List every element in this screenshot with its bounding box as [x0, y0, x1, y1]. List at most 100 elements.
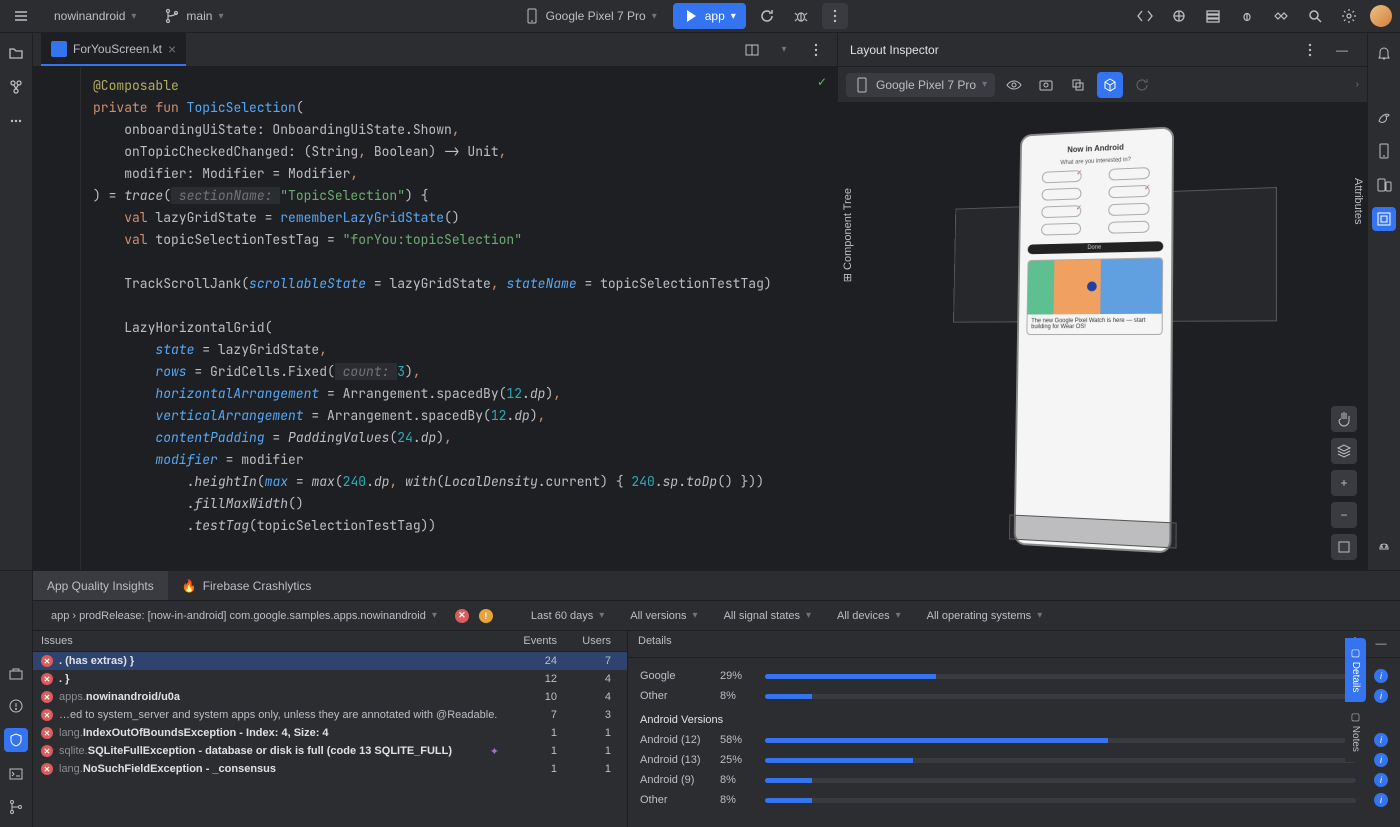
issue-row[interactable]: ✕ . } 12 4 [33, 670, 627, 688]
app-quality-icon[interactable] [4, 728, 28, 752]
more-run-button[interactable] [822, 3, 848, 29]
attributes-tab[interactable]: Attributes [1352, 178, 1364, 224]
issue-row[interactable]: ✕ . (has extras) } 24 7 [33, 652, 627, 670]
layout-inspector-icon[interactable] [1372, 207, 1396, 231]
phone-icon [524, 8, 540, 24]
info-icon[interactable]: i [1374, 793, 1388, 807]
notifications-icon[interactable] [1372, 41, 1396, 65]
ai-sparkle-icon[interactable]: ✦ [490, 745, 499, 758]
layers-button[interactable] [1331, 438, 1357, 464]
more-tools-icon[interactable] [4, 109, 28, 133]
vcs-tool-icon[interactable] [4, 795, 28, 819]
component-tree-tab[interactable]: ⊞ Component Tree [841, 188, 854, 282]
snapshot-icon[interactable] [1033, 72, 1059, 98]
signal-filter[interactable]: All signal states▾ [716, 606, 819, 626]
user-avatar[interactable] [1370, 5, 1392, 27]
structure-tool-icon[interactable] [4, 75, 28, 99]
right-tool-rail [1367, 33, 1400, 570]
settings-icon[interactable] [1336, 3, 1362, 29]
terminal-tool-icon[interactable] [4, 762, 28, 786]
android-icon[interactable] [1372, 538, 1396, 562]
close-tab-icon[interactable]: × [168, 41, 176, 57]
project-dropdown[interactable]: nowinandroid ▾ [46, 5, 144, 27]
versions-filter[interactable]: All versions▾ [622, 606, 705, 626]
error-badge[interactable]: ✕ [455, 609, 469, 623]
inspector-device-name: Google Pixel 7 Pro [876, 78, 976, 92]
events-header: Events [499, 635, 569, 647]
bottom-panel: App Quality Insights 🔥 Firebase Crashlyt… [0, 570, 1400, 827]
debug-tool-icon[interactable] [1234, 3, 1260, 29]
device-manager-icon[interactable] [1372, 173, 1396, 197]
chevron-down-icon: ▾ [731, 11, 736, 22]
run-button[interactable]: app ▾ [673, 3, 746, 29]
search-icon[interactable] [1302, 3, 1328, 29]
inspector-more-icon[interactable] [1297, 37, 1323, 63]
inspection-ok-icon: ✓ [817, 75, 827, 89]
ai-assist-icon[interactable] [1166, 3, 1192, 29]
left-tool-rail [0, 33, 33, 570]
pan-button[interactable] [1331, 406, 1357, 432]
editor-tab[interactable]: ForYouScreen.kt × [41, 33, 186, 66]
notes-side-tab[interactable]: ▢ Notes [1345, 702, 1366, 762]
emulator-icon[interactable] [1372, 139, 1396, 163]
devices-filter[interactable]: All devices▾ [829, 606, 909, 626]
issue-row[interactable]: ✕ apps.nowinandroid/u0a 10 4 [33, 688, 627, 706]
code-editor[interactable]: ✓ @Composable private fun TopicSelection… [33, 67, 837, 570]
time-filter[interactable]: Last 60 days▾ [523, 606, 612, 626]
editor-dropdown-icon[interactable]: ▾ [771, 37, 797, 63]
device-name: Google Pixel 7 Pro [546, 9, 646, 23]
split-editor-icon[interactable] [739, 37, 765, 63]
info-icon[interactable]: i [1374, 733, 1388, 747]
handshake-icon[interactable] [1268, 3, 1294, 29]
bug-icon [793, 8, 809, 24]
topbar: nowinandroid ▾ main ▾ Google Pixel 7 Pro… [0, 0, 1400, 33]
chevron-right-icon[interactable]: › [1356, 79, 1359, 90]
warning-badge[interactable]: ! [479, 609, 493, 623]
info-icon[interactable]: i [1374, 669, 1388, 683]
issue-row[interactable]: ✕ lang.IndexOutOfBoundsException - Index… [33, 724, 627, 742]
rerun-button[interactable] [754, 3, 780, 29]
stacked-icon[interactable] [1200, 3, 1226, 29]
project-name: nowinandroid [54, 9, 125, 23]
code-with-me-icon[interactable] [1132, 3, 1158, 29]
branch-icon [164, 8, 180, 24]
gradle-icon[interactable] [1372, 105, 1396, 129]
issue-row[interactable]: ✕ …ed to system_server and system apps o… [33, 706, 627, 724]
hamburger-icon[interactable] [8, 3, 34, 29]
details-side-tab[interactable]: ▢ Details [1345, 638, 1366, 702]
export-icon[interactable] [1065, 72, 1091, 98]
issue-row[interactable]: ✕ lang.NoSuchFieldException - _consensus… [33, 760, 627, 778]
3d-mode-icon[interactable] [1097, 72, 1123, 98]
editor-more-icon[interactable] [803, 37, 829, 63]
zoom-in-button[interactable]: + [1331, 470, 1357, 496]
inspector-title: Layout Inspector [850, 43, 939, 57]
minimize-icon[interactable]: — [1329, 37, 1355, 63]
chevron-down-icon: ▾ [652, 11, 657, 22]
problems-tool-icon[interactable] [4, 695, 28, 719]
minimize-icon[interactable]: — [1372, 635, 1390, 653]
aqi-tab-label: App Quality Insights [47, 579, 154, 593]
branch-dropdown[interactable]: main ▾ [156, 4, 231, 28]
debug-button[interactable] [788, 3, 814, 29]
aqi-tab[interactable]: App Quality Insights [33, 571, 168, 600]
app-breadcrumb[interactable]: app › prodRelease: [now-in-android] com.… [43, 606, 445, 626]
branch-name: main [186, 9, 212, 23]
inspector-device-selector[interactable]: Google Pixel 7 Pro ▾ [846, 73, 995, 97]
eye-icon[interactable] [1001, 72, 1027, 98]
device-selector[interactable]: Google Pixel 7 Pro ▾ [516, 4, 665, 28]
fit-button[interactable] [1331, 534, 1357, 560]
info-icon[interactable]: i [1374, 773, 1388, 787]
os-filter[interactable]: All operating systems▾ [919, 606, 1051, 626]
project-tool-icon[interactable] [4, 41, 28, 65]
details-panel: Details — Google 29% i Other [628, 631, 1400, 827]
build-tool-icon[interactable] [4, 661, 28, 685]
crashlytics-tab[interactable]: 🔥 Firebase Crashlytics [168, 571, 326, 600]
info-icon[interactable]: i [1374, 753, 1388, 767]
issues-table: Issues Events Users ✕ . (has extras) } 2… [33, 631, 628, 827]
refresh-inspector-icon[interactable] [1129, 72, 1155, 98]
zoom-out-button[interactable]: − [1331, 502, 1357, 528]
info-icon[interactable]: i [1374, 689, 1388, 703]
inspector-3d-canvas[interactable]: ⊞ Component Tree Attributes Now in Andro… [838, 103, 1367, 570]
refresh-icon [759, 8, 775, 24]
issue-row[interactable]: ✕ sqlite.SQLiteFullException - database … [33, 742, 627, 760]
